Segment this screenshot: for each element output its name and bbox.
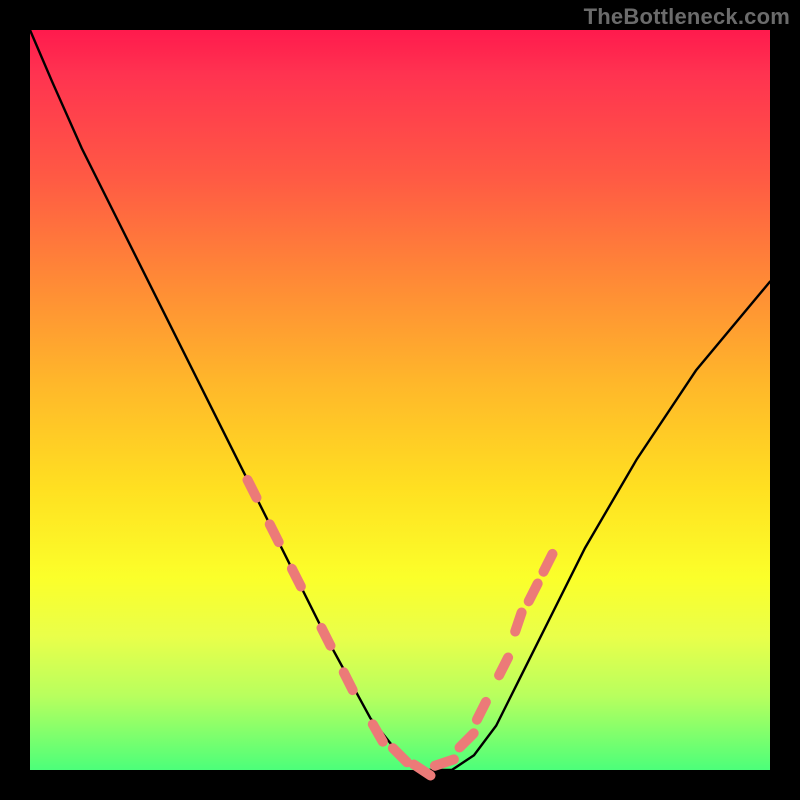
highlight-marker bbox=[270, 524, 279, 542]
highlight-marker bbox=[322, 628, 331, 646]
highlight-marker bbox=[292, 569, 301, 587]
highlight-marker bbox=[529, 584, 538, 602]
highlight-marker bbox=[544, 554, 553, 572]
chart-overlay bbox=[30, 30, 770, 770]
highlight-marker bbox=[393, 748, 407, 762]
highlight-marker bbox=[460, 733, 474, 747]
highlight-marker bbox=[515, 613, 521, 632]
highlight-marker bbox=[373, 724, 383, 741]
watermark-text: TheBottleneck.com bbox=[584, 4, 790, 30]
highlight-marker bbox=[477, 702, 486, 720]
highlight-marker bbox=[344, 672, 353, 690]
highlight-marker bbox=[248, 480, 257, 498]
bottleneck-curve bbox=[30, 30, 770, 770]
highlight-marker bbox=[499, 658, 508, 676]
chart-frame: TheBottleneck.com bbox=[0, 0, 800, 800]
highlighted-markers-group bbox=[248, 480, 553, 776]
highlight-marker bbox=[435, 759, 454, 765]
highlight-marker bbox=[414, 765, 431, 776]
